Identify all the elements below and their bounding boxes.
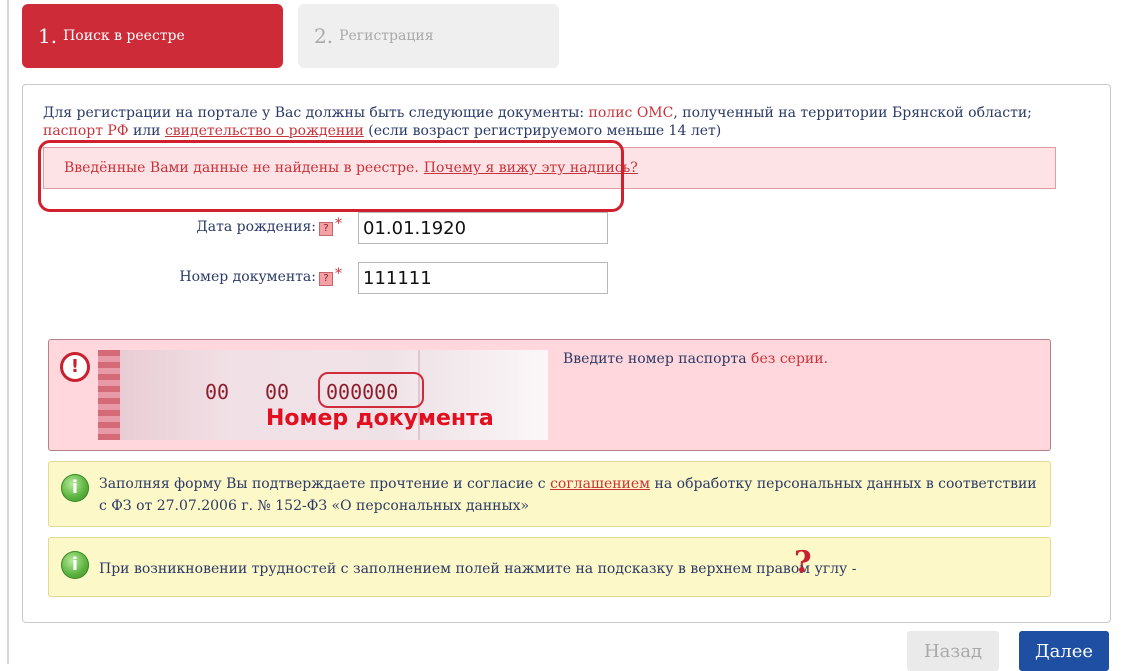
passport-stripe (98, 350, 120, 440)
left-divider (7, 0, 9, 664)
step-tab-registration[interactable]: 2. Регистрация (298, 4, 559, 68)
passport-number-highlight (318, 372, 424, 408)
consent-text: Заполняя форму Вы подтверждаете прочтени… (99, 473, 1039, 517)
info-icon: i (61, 474, 89, 502)
next-button[interactable]: Далее (1019, 631, 1109, 671)
info-icon: i (61, 551, 89, 579)
help-hint-text: При возникновении трудностей с заполнени… (99, 561, 857, 577)
passport-series-part: 00 (205, 380, 230, 404)
passport-series-part: 00 (265, 380, 290, 404)
hint-text: Введите номер паспорта (563, 351, 752, 367)
question-mark-icon: ? (794, 545, 812, 580)
agreement-link[interactable]: соглашением (550, 476, 650, 492)
passport-hint-text: Введите номер паспорта без серии. (563, 351, 828, 367)
document-number-help-icon[interactable]: ? (319, 272, 333, 286)
consent-text-part: Заполняя форму Вы подтверждаете прочтени… (99, 476, 551, 492)
error-highlight-annotation (38, 140, 624, 212)
step-number: 1. (38, 24, 58, 48)
birth-date-label: Дата рождения: (196, 219, 316, 235)
birth-certificate-link[interactable]: свидетельство о рождении (165, 123, 364, 139)
birth-date-input[interactable] (358, 212, 608, 244)
intro-text: или (132, 123, 161, 139)
document-number-input[interactable] (358, 262, 608, 294)
required-documents-text: Для регистрации на портале у Вас должны … (43, 104, 1061, 140)
passport-link[interactable]: паспорт РФ (43, 123, 128, 139)
step-label: Поиск в реестре (63, 28, 185, 44)
hint-text-emphasis: без серии. (751, 351, 829, 367)
oms-policy-link[interactable]: полис ОМС (589, 105, 674, 121)
step-number: 2. (314, 24, 334, 48)
passport-number-caption: Номер документа (266, 406, 494, 431)
passport-sample-image: 00 00 000000 Номер документа (98, 350, 548, 440)
intro-text: (если возраст регистрируемого меньше 14 … (363, 123, 722, 139)
birth-date-row: Дата рождения: ? * (40, 212, 608, 244)
step-label: Регистрация (339, 28, 434, 44)
birth-date-help-icon[interactable]: ? (319, 222, 333, 236)
required-marker: * (335, 216, 342, 232)
back-button[interactable]: Назад (907, 631, 999, 671)
document-number-row: Номер документа: ? * (40, 262, 608, 294)
exclamation-icon: ! (60, 352, 90, 382)
document-number-label: Номер документа: (179, 269, 316, 285)
required-marker: * (335, 266, 342, 282)
step-tab-search[interactable]: 1. Поиск в реестре (22, 4, 283, 68)
intro-text: , полученный на территории Брянской обла… (673, 105, 1032, 121)
intro-text: Для регистрации на портале у Вас должны … (43, 105, 589, 121)
